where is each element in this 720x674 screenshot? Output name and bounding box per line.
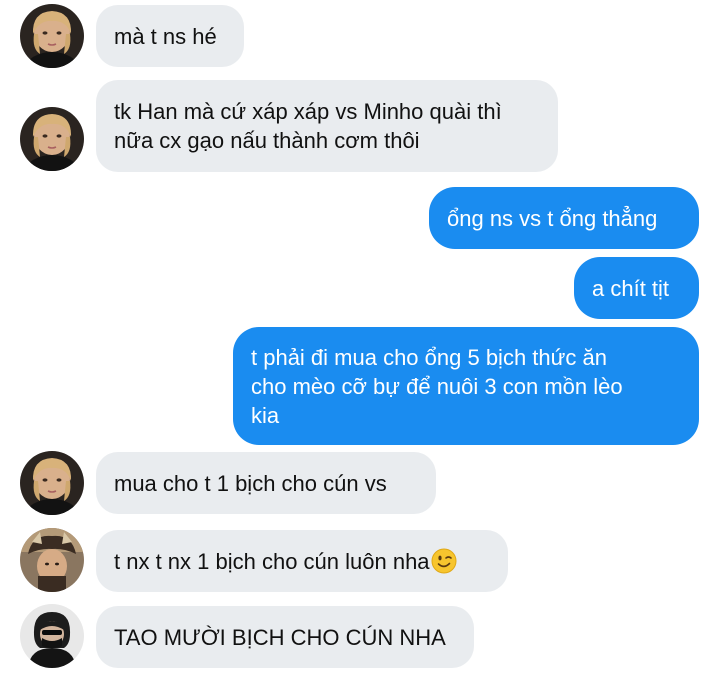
message-text: mua cho t 1 bịch cho cún vs xyxy=(114,470,387,496)
winking-face-emoji xyxy=(431,548,457,574)
message-bubble-outgoing[interactable]: ổng ns vs t ổng thẳng xyxy=(429,187,699,249)
message-bubble-incoming[interactable]: TAO MƯỜI BỊCH CHO CÚN NHA xyxy=(96,606,474,668)
message-bubble-incoming[interactable]: t nx t nx 1 bịch cho cún luôn nha xyxy=(96,530,508,592)
message-text: mà t ns hé xyxy=(114,23,217,49)
message-bubble-incoming[interactable]: mà t ns hé xyxy=(96,5,244,67)
message-text: t nx t nx 1 bịch cho cún luôn nha xyxy=(114,548,430,574)
sender-avatar-blonde[interactable] xyxy=(20,107,84,171)
message-bubble-incoming[interactable]: mua cho t 1 bịch cho cún vs xyxy=(96,452,436,514)
message-text: a chít tịt xyxy=(592,275,670,301)
message-text: TAO MƯỜI BỊCH CHO CÚN NHA xyxy=(114,624,446,650)
message-text: ổng ns vs t ổng thẳng xyxy=(447,205,658,231)
message-text: t phải đi mua cho ổng 5 bịch thức ăn cho… xyxy=(251,344,623,428)
message-bubble-outgoing[interactable]: t phải đi mua cho ổng 5 bịch thức ăn cho… xyxy=(233,327,699,445)
message-text: tk Han mà cứ xáp xáp vs Minho quài thì n… xyxy=(114,99,502,153)
message-bubble-outgoing[interactable]: a chít tịt xyxy=(574,257,699,319)
sender-avatar-blonde[interactable] xyxy=(20,451,84,515)
sender-avatar-hat[interactable] xyxy=(20,528,84,592)
message-bubble-incoming[interactable]: tk Han mà cứ xáp xáp vs Minho quài thì n… xyxy=(96,80,558,172)
sender-avatar-masked[interactable] xyxy=(20,604,84,668)
sender-avatar-blonde[interactable] xyxy=(20,4,84,68)
